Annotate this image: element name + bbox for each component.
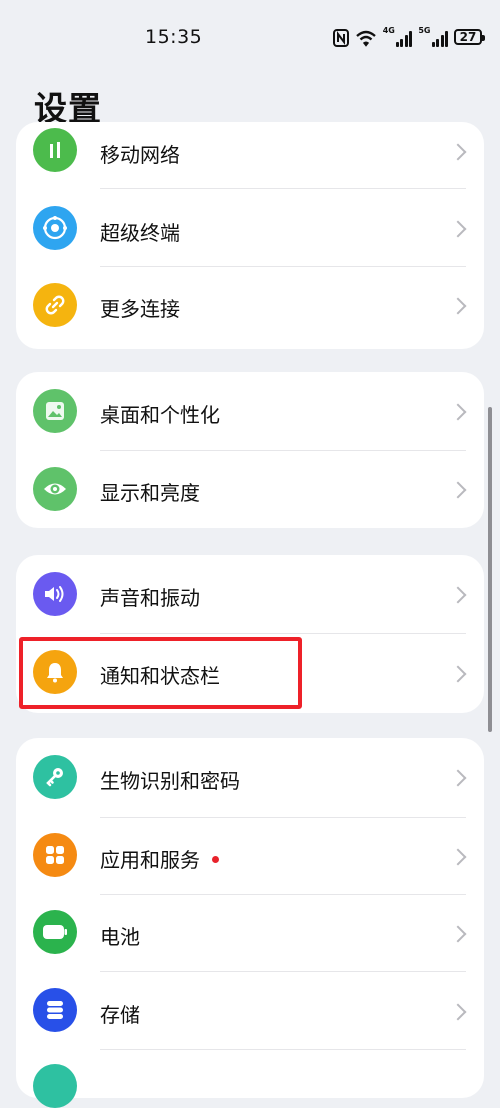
- status-icons: 4G 5G 27: [332, 26, 485, 48]
- chevron-right-icon: [449, 403, 467, 421]
- settings-item-label: 应用和服务: [100, 844, 219, 873]
- battery-icon: [33, 910, 77, 954]
- settings-item-label: 移动网络: [100, 143, 180, 167]
- settings-group-connections: 移动网络 超级终端 更多连接: [16, 122, 484, 349]
- chevron-right-icon: [449, 925, 467, 943]
- super-device-icon: [33, 206, 77, 250]
- settings-item-mobile-network[interactable]: 移动网络: [16, 122, 484, 184]
- signal-4g-icon: 4G: [383, 27, 413, 47]
- settings-item-label: 存储: [100, 1003, 140, 1027]
- speaker-icon: [33, 572, 77, 616]
- bell-icon: [33, 650, 77, 694]
- battery-indicator: 27: [454, 29, 485, 45]
- settings-item-label: 电池: [100, 925, 140, 949]
- chevron-right-icon: [449, 1003, 467, 1021]
- nfc-icon: [332, 27, 349, 47]
- wifi-icon: [355, 27, 377, 47]
- settings-item-label: 显示和亮度: [100, 481, 200, 505]
- chevron-right-icon: [449, 769, 467, 787]
- key-icon: [33, 755, 77, 799]
- settings-item-label: 生物识别和密码: [100, 769, 240, 793]
- scrollbar[interactable]: [488, 407, 492, 732]
- settings-item-label: 声音和振动: [100, 586, 200, 610]
- settings-item-label: 更多连接: [100, 297, 180, 321]
- settings-group-security-apps: 生物识别和密码 应用和服务 电池 存储: [16, 738, 484, 1108]
- eye-icon: [33, 467, 77, 511]
- storage-icon: [33, 988, 77, 1032]
- settings-item-sound-vibration[interactable]: 声音和振动: [16, 555, 484, 633]
- link-icon: [33, 283, 77, 327]
- settings-item-more-connections[interactable]: 更多连接: [16, 267, 484, 345]
- settings-item-display-brightness[interactable]: 显示和亮度: [16, 451, 484, 528]
- settings-item-storage[interactable]: 存储: [16, 972, 484, 1050]
- settings-item-biometrics-password[interactable]: 生物识别和密码: [16, 738, 484, 816]
- status-time: 15:35: [145, 26, 203, 48]
- settings-item-label-text: 应用和服务: [100, 848, 200, 872]
- chevron-right-icon: [449, 143, 467, 161]
- apps-grid-icon: [33, 833, 77, 877]
- image-icon: [33, 389, 77, 433]
- settings-item-notification-statusbar[interactable]: 通知和状态栏: [16, 634, 484, 713]
- settings-item-apps-services[interactable]: 应用和服务: [16, 818, 484, 895]
- signal-5g-icon: 5G: [418, 27, 448, 47]
- settings-item-battery[interactable]: 电池: [16, 895, 484, 972]
- chevron-right-icon: [449, 586, 467, 604]
- settings-item-label: 超级终端: [100, 221, 180, 245]
- settings-group-display: 桌面和个性化 显示和亮度: [16, 372, 484, 528]
- settings-item-label: 桌面和个性化: [100, 403, 220, 427]
- notification-dot: [212, 856, 219, 863]
- status-bar: 15:35 4G 5G 27: [0, 0, 500, 76]
- chevron-right-icon: [449, 665, 467, 683]
- settings-item-label: 通知和状态栏: [100, 664, 220, 688]
- settings-item-partial-icon: [33, 1064, 77, 1108]
- chevron-right-icon: [449, 481, 467, 499]
- chevron-right-icon: [449, 297, 467, 315]
- settings-item-super-device[interactable]: 超级终端: [16, 189, 484, 267]
- settings-item-desktop-personalization[interactable]: 桌面和个性化: [16, 372, 484, 450]
- settings-group-sound: 声音和振动 通知和状态栏: [16, 555, 484, 713]
- mobile-network-icon: [33, 128, 77, 172]
- chevron-right-icon: [449, 220, 467, 238]
- settings-item-partial[interactable]: [16, 1050, 484, 1108]
- chevron-right-icon: [449, 848, 467, 866]
